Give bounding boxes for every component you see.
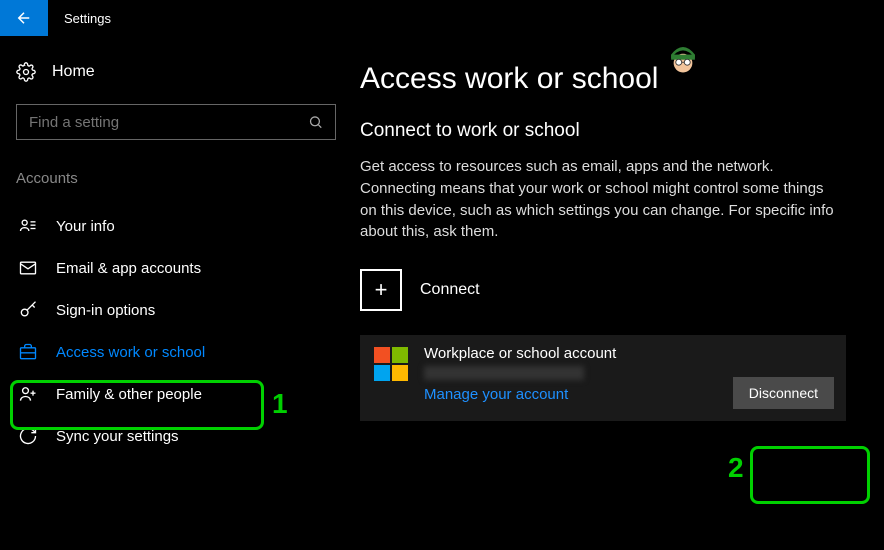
sidebar-item-label: Email & app accounts [56,260,201,277]
home-nav[interactable]: Home [16,62,344,82]
sidebar-item-label: Access work or school [56,344,205,361]
sidebar-item-label: Sign-in options [56,302,155,319]
back-button[interactable] [0,0,48,36]
account-title: Workplace or school account [424,345,616,362]
window-title: Settings [48,11,111,26]
person-card-icon [18,216,38,236]
plus-icon: + [360,269,402,311]
search-icon [308,114,323,130]
sidebar-item-family[interactable]: Family & other people [16,373,344,415]
page-title: Access work or school [360,62,854,96]
arrow-left-icon [15,9,33,27]
sidebar-item-email[interactable]: Email & app accounts [16,247,344,289]
section-header: Accounts [16,170,344,187]
home-label: Home [52,63,95,81]
microsoft-logo-icon [374,347,408,381]
sidebar-item-sync[interactable]: Sync your settings [16,415,344,457]
account-email-redacted [424,366,584,380]
connect-label: Connect [420,281,480,299]
key-icon [18,300,38,320]
manage-account-link[interactable]: Manage your account [424,386,616,403]
disconnect-button[interactable]: Disconnect [733,377,834,409]
sidebar-item-access-work[interactable]: Access work or school [16,331,344,373]
connect-button[interactable]: + Connect [360,269,854,311]
briefcase-icon [18,342,38,362]
account-card[interactable]: Workplace or school account Manage your … [360,335,846,421]
sync-icon [18,426,38,446]
page-description: Get access to resources such as email, a… [360,156,840,243]
gear-icon [16,62,36,82]
people-icon [18,384,38,404]
sidebar-item-label: Family & other people [56,386,202,403]
search-input[interactable] [29,114,308,131]
sidebar-item-signin[interactable]: Sign-in options [16,289,344,331]
sidebar-item-your-info[interactable]: Your info [16,205,344,247]
sidebar-item-label: Your info [56,218,115,235]
sidebar-item-label: Sync your settings [56,428,179,445]
mail-icon [18,258,38,278]
page-subtitle: Connect to work or school [360,120,854,142]
search-box[interactable] [16,104,336,140]
